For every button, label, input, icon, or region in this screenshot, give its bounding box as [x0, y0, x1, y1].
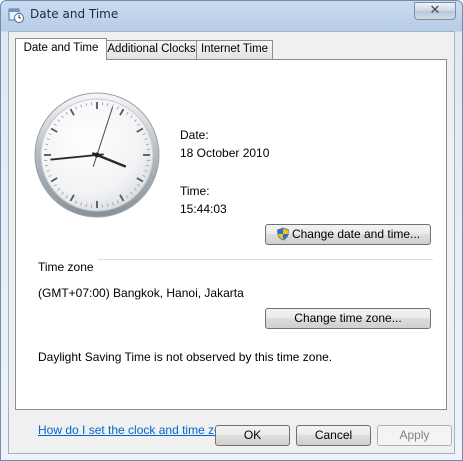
apply-button[interactable]: Apply [377, 425, 452, 446]
date-time-window: Date and Time ✕ Date and Time Additional… [0, 0, 463, 461]
analog-clock [34, 92, 160, 218]
time-zone-divider [98, 259, 433, 260]
close-button[interactable]: ✕ [414, 2, 456, 20]
uac-shield-icon [277, 227, 289, 241]
window-title: Date and Time [30, 7, 119, 21]
date-value: 18 October 2010 [180, 146, 270, 160]
time-zone-heading: Time zone [38, 260, 94, 274]
date-time-tab-panel: Date: 18 October 2010 Time: 15:44:03 Cha… [15, 59, 447, 437]
ok-button[interactable]: OK [215, 425, 290, 446]
change-time-zone-button[interactable]: Change time zone... [265, 308, 431, 329]
date-label: Date: [180, 128, 209, 142]
tab-additional-clocks[interactable]: Additional Clocks [106, 40, 197, 59]
change-date-and-time-button[interactable]: Change date and time... [265, 224, 431, 245]
dialog-client-area: Date and Time Additional Clocks Internet… [8, 31, 455, 454]
close-icon: ✕ [429, 3, 441, 18]
time-label: Time: [180, 184, 210, 198]
time-value: 15:44:03 [180, 202, 227, 216]
tab-internet-time[interactable]: Internet Time [196, 40, 273, 59]
time-zone-value: (GMT+07:00) Bangkok, Hanoi, Jakarta [38, 286, 244, 300]
tab-date-and-time[interactable]: Date and Time [15, 38, 107, 60]
change-date-and-time-label: Change date and time... [291, 227, 421, 241]
cancel-button[interactable]: Cancel [296, 425, 371, 446]
help-link[interactable]: How do I set the clock and time zone? [38, 423, 241, 437]
title-bar[interactable]: Date and Time ✕ [1, 1, 462, 29]
date-time-icon [8, 8, 24, 23]
dst-note: Daylight Saving Time is not observed by … [38, 350, 333, 364]
